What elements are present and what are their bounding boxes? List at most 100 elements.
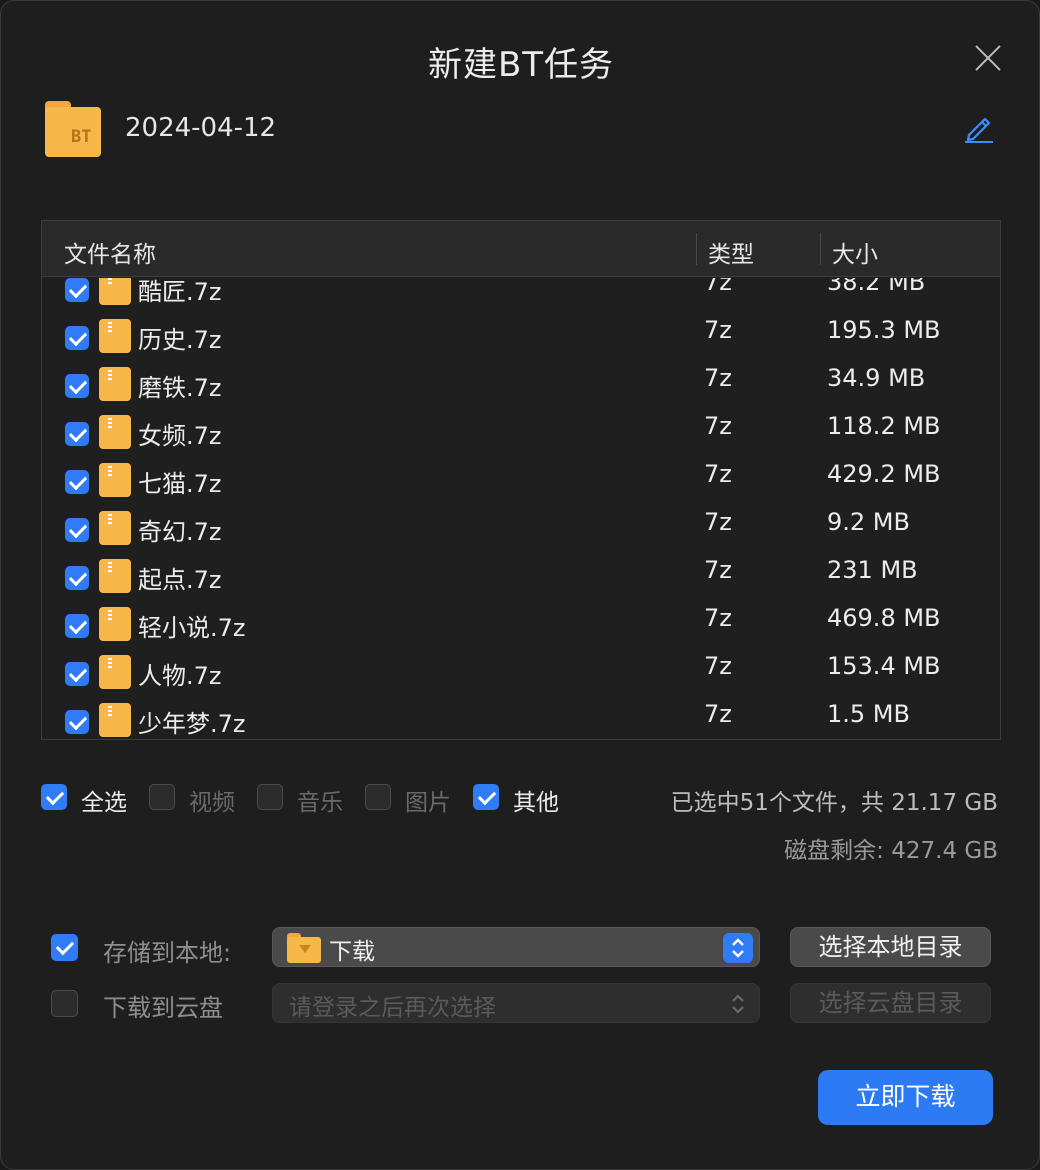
column-divider[interactable] [820,233,821,265]
zip-file-icon [99,278,131,305]
row-checkbox[interactable] [65,374,89,398]
other-filter-checkbox[interactable] [473,784,499,810]
column-header-size[interactable]: 大小 [832,235,878,269]
file-type: 7z [704,508,732,536]
zip-file-icon [99,319,131,353]
choose-cloud-folder-button: 选择云盘目录 [790,983,991,1023]
bt-folder-icon: BT [45,101,101,157]
dialog-title: 新建BT任务 [427,45,615,85]
row-checkbox[interactable] [65,278,89,302]
new-bt-task-dialog: 新建BT任务 BT 2024-04-12 文件名称 类型 大小 酷匠.7z 7z… [0,0,1040,1170]
download-folder-icon [287,933,321,963]
file-size: 195.3 MB [827,316,941,344]
file-type: 7z [704,460,732,488]
file-name: 女频.7z [138,422,222,450]
table-row[interactable]: 酷匠.7z 7z 38.2 MB [42,278,1000,314]
file-name: 历史.7z [138,326,222,354]
table-body: 酷匠.7z 7z 38.2 MB 历史.7z 7z 195.3 MB 磨铁.7z… [42,278,1000,739]
table-row[interactable]: 人物.7z 7z 153.4 MB [42,650,1000,698]
zip-file-icon [99,703,131,737]
file-type: 7z [704,556,732,584]
download-now-button[interactable]: 立即下载 [818,1070,993,1125]
cloud-folder-placeholder: 请登录之后再次选择 [289,995,496,1021]
column-header-type[interactable]: 类型 [708,235,754,269]
cloud-folder-select: 请登录之后再次选择 [272,983,760,1023]
edit-pencil-icon[interactable] [963,113,995,143]
video-filter-label[interactable]: 视频 [189,783,235,817]
zip-file-icon [99,415,131,449]
table-row[interactable]: 轻小说.7z 7z 469.8 MB [42,602,1000,650]
image-filter-checkbox[interactable] [365,784,391,810]
row-checkbox[interactable] [65,710,89,734]
file-type: 7z [704,316,732,344]
file-table: 文件名称 类型 大小 酷匠.7z 7z 38.2 MB 历史.7z 7z 195… [41,220,1001,740]
column-divider[interactable] [696,233,697,265]
table-row[interactable]: 少年梦.7z 7z 1.5 MB [42,698,1000,739]
file-name: 轻小说.7z [138,614,246,642]
row-checkbox[interactable] [65,662,89,686]
row-checkbox[interactable] [65,422,89,446]
select-stepper-icon [723,933,753,963]
save-local-label: 存储到本地: [103,939,232,967]
close-icon[interactable] [971,41,1005,75]
file-type: 7z [704,278,732,296]
file-type: 7z [704,412,732,440]
file-name: 酷匠.7z [138,278,222,306]
table-header: 文件名称 类型 大小 [42,221,1000,277]
zip-file-icon [99,655,131,689]
table-row[interactable]: 奇幻.7z 7z 9.2 MB [42,506,1000,554]
file-name: 奇幻.7z [138,518,222,546]
file-type: 7z [704,604,732,632]
table-row[interactable]: 历史.7z 7z 195.3 MB [42,314,1000,362]
file-size: 429.2 MB [827,460,941,488]
file-name: 七猫.7z [138,470,222,498]
file-name: 少年梦.7z [138,710,246,738]
table-row[interactable]: 女频.7z 7z 118.2 MB [42,410,1000,458]
row-checkbox[interactable] [65,326,89,350]
image-filter-label[interactable]: 图片 [405,783,451,817]
file-type: 7z [704,700,732,728]
row-checkbox[interactable] [65,614,89,638]
file-size: 38.2 MB [827,278,926,296]
table-row[interactable]: 磨铁.7z 7z 34.9 MB [42,362,1000,410]
save-local-checkbox[interactable] [51,934,78,961]
select-stepper-icon [723,989,753,1019]
select-all-checkbox[interactable] [41,784,67,810]
select-all-label[interactable]: 全选 [81,783,127,817]
row-checkbox[interactable] [65,566,89,590]
zip-file-icon [99,463,131,497]
task-name: 2024-04-12 [125,113,277,143]
table-row[interactable]: 七猫.7z 7z 429.2 MB [42,458,1000,506]
save-cloud-checkbox[interactable] [51,990,78,1017]
column-header-name[interactable]: 文件名称 [64,235,156,269]
file-type: 7z [704,364,732,392]
row-checkbox[interactable] [65,518,89,542]
choose-local-folder-button[interactable]: 选择本地目录 [790,927,991,967]
local-folder-select[interactable]: 下载 [272,927,760,967]
zip-file-icon [99,511,131,545]
disk-free-space: 磁盘剩余: 427.4 GB [784,838,998,864]
selection-summary: 已选中51个文件，共 21.17 GB [670,790,998,816]
table-row[interactable]: 起点.7z 7z 231 MB [42,554,1000,602]
file-size: 153.4 MB [827,652,941,680]
music-filter-checkbox[interactable] [257,784,283,810]
zip-file-icon [99,607,131,641]
file-size: 9.2 MB [827,508,910,536]
file-size: 469.8 MB [827,604,941,632]
file-size: 118.2 MB [827,412,941,440]
music-filter-label[interactable]: 音乐 [297,783,343,817]
row-checkbox[interactable] [65,470,89,494]
zip-file-icon [99,559,131,593]
other-filter-label[interactable]: 其他 [513,783,559,817]
local-folder-value: 下载 [329,939,375,965]
file-name: 人物.7z [138,662,222,690]
video-filter-checkbox[interactable] [149,784,175,810]
file-size: 1.5 MB [827,700,910,728]
save-cloud-label: 下载到云盘 [103,994,223,1022]
file-type: 7z [704,652,732,680]
file-name: 磨铁.7z [138,374,222,402]
zip-file-icon [99,367,131,401]
file-size: 34.9 MB [827,364,926,392]
file-name: 起点.7z [138,566,222,594]
bt-folder-label: BT [71,127,92,147]
